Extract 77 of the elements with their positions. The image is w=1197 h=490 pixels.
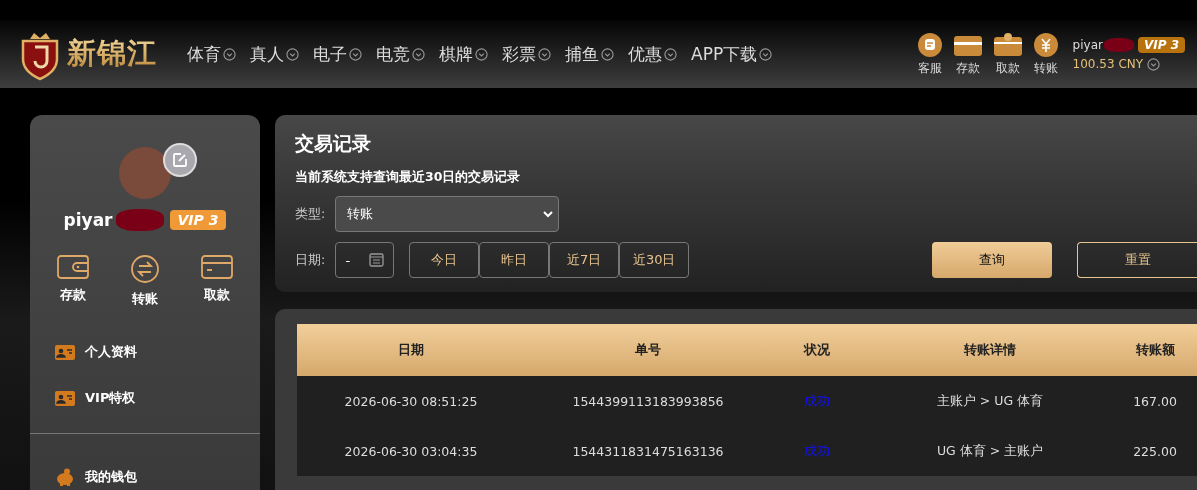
chevron-icon	[223, 47, 236, 61]
avatar-placeholder	[119, 147, 171, 199]
page-title: 交易记录	[295, 131, 372, 156]
status-text: 成功	[803, 442, 831, 460]
chevron-icon	[538, 47, 551, 61]
menu-item[interactable]: 个人资料	[30, 329, 260, 375]
card-icon	[992, 31, 1023, 58]
notice-text: 当前系统支持查询最近30日的交易记录	[295, 169, 522, 186]
id-card-icon	[55, 390, 75, 406]
table-cell-text: UG 体育 > 主账户	[935, 442, 1045, 460]
column-header: 转账额	[1134, 341, 1176, 359]
username: piyar	[63, 210, 113, 230]
piggy-bank-icon	[55, 468, 75, 486]
column-header: 转账详情	[963, 341, 1017, 359]
edit-icon	[172, 152, 188, 168]
nav-link[interactable]: 电竞	[376, 42, 425, 66]
chevron-icon	[759, 47, 773, 61]
edit-button[interactable]	[163, 143, 197, 177]
column-header: 单号	[634, 341, 662, 359]
chevron-icon	[664, 47, 677, 61]
balance-text: 100.53 CNY	[1072, 57, 1144, 71]
calendar-icon	[368, 253, 384, 267]
type-select[interactable]: 转账	[335, 196, 560, 232]
date-range-button[interactable]: 近7日	[549, 242, 620, 278]
nav-link[interactable]: 优惠	[628, 42, 677, 66]
date-label: 日期:	[295, 251, 326, 269]
date-range-button[interactable]: 今日	[409, 242, 480, 278]
date-range-button[interactable]: 近30日	[619, 242, 690, 278]
chevron-icon	[349, 47, 362, 61]
table-cell-text: 167.00	[1132, 393, 1178, 409]
chat-icon	[916, 31, 943, 58]
table-cell-text: 225.00	[1132, 443, 1178, 459]
menu-item[interactable]: VIP特权	[30, 375, 260, 421]
menu-item[interactable]: 我的钱包	[30, 454, 260, 490]
id-card-icon	[55, 344, 75, 360]
quick-action-button[interactable]: 客服	[916, 31, 943, 77]
chevron-down-icon	[542, 208, 555, 220]
column-header: 日期	[397, 341, 425, 359]
reset-button[interactable]: 重置	[1077, 242, 1197, 278]
wallet-action-button[interactable]: 取款	[195, 253, 240, 309]
vip-badge: VIP 3	[169, 210, 227, 230]
table-cell-text: 2026-06-30 08:51:25	[343, 393, 479, 409]
username: piyar	[1072, 38, 1103, 52]
nav-link[interactable]: 电子	[313, 42, 362, 66]
query-button[interactable]: 查询	[932, 242, 1052, 278]
chevron-icon	[475, 47, 488, 61]
wallet-action-button[interactable]: 转账	[124, 253, 166, 309]
table-cell-text: 主账户 > UG 体育	[935, 392, 1045, 410]
date-field[interactable]: -	[335, 242, 395, 278]
table-cell-text: 1544399113183993856	[571, 393, 725, 409]
chevron-icon	[601, 47, 614, 61]
transfer-icon	[130, 254, 160, 284]
quick-action-button[interactable]: 取款	[992, 31, 1023, 77]
quick-action-button[interactable]: 转账	[1032, 31, 1059, 77]
vip-badge: VIP 3	[1137, 37, 1185, 53]
card-icon	[201, 254, 234, 280]
chevron-icon	[1147, 57, 1161, 71]
column-header: 状况	[802, 341, 831, 359]
quick-action-button[interactable]: 存款	[952, 31, 983, 77]
nav-link[interactable]: APP下载	[691, 42, 773, 66]
status-text: 成功	[803, 392, 831, 410]
nav-link[interactable]: 真人	[250, 42, 299, 66]
redaction-mark	[1103, 38, 1134, 52]
chevron-icon	[412, 47, 425, 61]
wallet-action-button[interactable]: 存款	[50, 253, 95, 309]
table-cell-text: 1544311831475163136	[571, 443, 725, 459]
nav-link[interactable]: 体育	[187, 42, 236, 66]
nav-link[interactable]: 捕鱼	[565, 42, 614, 66]
nav-link[interactable]: 彩票	[502, 42, 551, 66]
chevron-icon	[286, 47, 299, 61]
table-cell-text: 2026-06-30 03:04:35	[343, 443, 479, 459]
date-range-button[interactable]: 昨日	[479, 242, 550, 278]
type-label: 类型:	[295, 205, 326, 223]
wallet-icon	[56, 254, 89, 280]
redaction-mark	[115, 209, 164, 231]
nav-link[interactable]: 棋牌	[439, 42, 488, 66]
yuan-coin-icon	[1032, 31, 1059, 58]
